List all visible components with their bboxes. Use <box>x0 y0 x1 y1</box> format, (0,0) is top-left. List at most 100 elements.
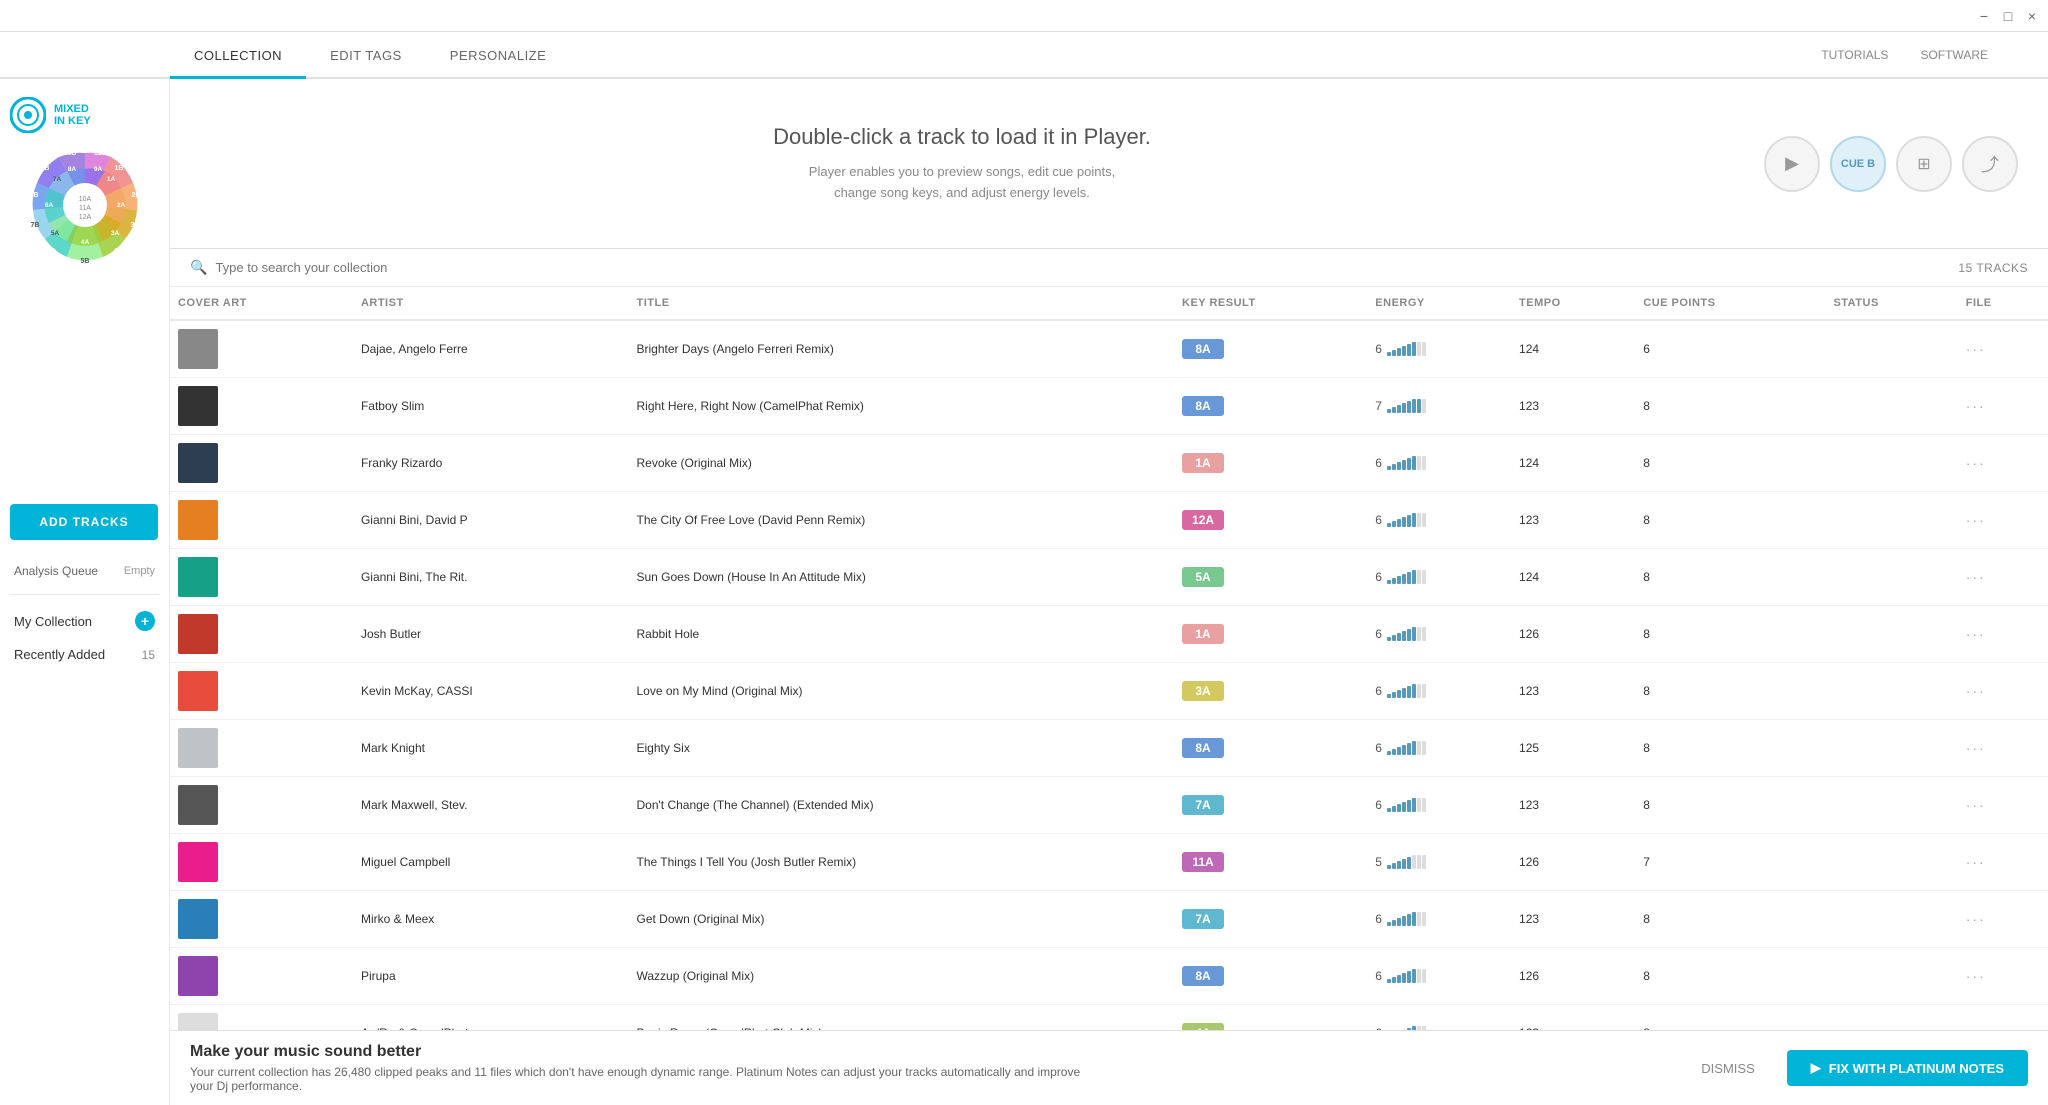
svg-text:12A: 12A <box>78 214 91 221</box>
table-row[interactable]: Josh Butler Rabbit Hole 1A 6 126 8 ··· <box>170 606 2048 663</box>
tutorials-link[interactable]: TUTORIALS <box>1821 48 1888 62</box>
content-area: MIXED IN KEY 1B 2B <box>0 79 2048 1105</box>
table-row[interactable]: Fatboy Slim Right Here, Right Now (Camel… <box>170 378 2048 435</box>
energy-cell: 6 <box>1367 777 1511 834</box>
status-cell <box>1825 720 1957 777</box>
table-row[interactable]: Mark Knight Eighty Six 8A 6 125 8 ··· <box>170 720 2048 777</box>
tempo-cell: 123 <box>1511 492 1635 549</box>
key-cell: 11A <box>1174 834 1367 891</box>
svg-text:9A: 9A <box>93 166 102 173</box>
close-button[interactable]: × <box>2024 8 2040 24</box>
tempo-cell: 123 <box>1511 663 1635 720</box>
status-cell <box>1825 834 1957 891</box>
player-title: Double-click a track to load it in Playe… <box>200 124 1724 150</box>
tab-personalize[interactable]: PERSONALIZE <box>426 34 571 79</box>
maximize-button[interactable]: □ <box>2000 8 2016 24</box>
file-cell: ··· <box>1958 492 2048 549</box>
cue-points-cell: 8 <box>1635 663 1825 720</box>
cue-points-cell: 8 <box>1635 549 1825 606</box>
artist-cell: Dajae, Angelo Ferre <box>353 320 629 378</box>
table-row[interactable]: Dajae, Angelo Ferre Brighter Days (Angel… <box>170 320 2048 378</box>
cover-art-cell <box>170 378 353 435</box>
file-cell: ··· <box>1958 777 2048 834</box>
artist-cell: Pirupa <box>353 948 629 1005</box>
title-cell: Wazzup (Original Mix) <box>628 948 1174 1005</box>
title-cell: Revoke (Original Mix) <box>628 435 1174 492</box>
svg-text:5A: 5A <box>50 230 59 237</box>
file-cell: ··· <box>1958 834 2048 891</box>
tempo-cell: 123 <box>1511 378 1635 435</box>
title-cell: Don't Change (The Channel) (Extended Mix… <box>628 777 1174 834</box>
title-cell: Panic Room (CamelPhat Club Mix) <box>628 1005 1174 1031</box>
table-row[interactable]: Au/Ra & CamelPhat Panic Room (CamelPhat … <box>170 1005 2048 1031</box>
col-file: FILE <box>1958 287 2048 320</box>
sidebar-bottom: ADD TRACKS Analysis Queue Empty My Colle… <box>0 504 169 1105</box>
logo-wheel-area: MIXED IN KEY 1B 2B <box>0 89 169 294</box>
svg-text:3A: 3A <box>110 230 119 237</box>
main-panel: Double-click a track to load it in Playe… <box>170 79 2048 1105</box>
tempo-cell: 124 <box>1511 549 1635 606</box>
table-row[interactable]: Pirupa Wazzup (Original Mix) 8A 6 126 8 … <box>170 948 2048 1005</box>
col-tempo: TEMPO <box>1511 287 1635 320</box>
cue-points-cell: 8 <box>1635 606 1825 663</box>
svg-text:6A: 6A <box>44 202 53 209</box>
energy-cell: 6 <box>1367 720 1511 777</box>
title-cell: Rabbit Hole <box>628 606 1174 663</box>
title-cell: Get Down (Original Mix) <box>628 891 1174 948</box>
title-cell: The City Of Free Love (David Penn Remix) <box>628 492 1174 549</box>
title-bar: − □ × <box>0 0 2048 32</box>
title-cell: The Things I Tell You (Josh Butler Remix… <box>628 834 1174 891</box>
fix-label: FIX WITH PLATINUM NOTES <box>1829 1061 2004 1076</box>
artist-cell: Fatboy Slim <box>353 378 629 435</box>
table-row[interactable]: Mirko & Meex Get Down (Original Mix) 7A … <box>170 891 2048 948</box>
file-cell: ··· <box>1958 606 2048 663</box>
export-button[interactable]: ⤴ <box>1962 136 2018 192</box>
cue-button[interactable]: CUE B <box>1830 136 1886 192</box>
fix-button[interactable]: ▶ FIX WITH PLATINUM NOTES <box>1787 1050 2028 1086</box>
cover-art-cell <box>170 834 353 891</box>
table-row[interactable]: Gianni Bini, David P The City Of Free Lo… <box>170 492 2048 549</box>
play-icon: ▶ <box>1785 153 1799 174</box>
artist-cell: Mark Maxwell, Stev. <box>353 777 629 834</box>
table-row[interactable]: Franky Rizardo Revoke (Original Mix) 1A … <box>170 435 2048 492</box>
cue-points-cell: 7 <box>1635 834 1825 891</box>
status-cell <box>1825 891 1957 948</box>
logo-text: MIXED IN KEY <box>54 103 91 127</box>
search-icon: 🔍 <box>190 259 207 276</box>
search-input[interactable] <box>215 260 1958 275</box>
col-title: TITLE <box>628 287 1174 320</box>
banner-description: Your current collection has 26,480 clipp… <box>190 1065 1090 1093</box>
tab-collection[interactable]: COLLECTION <box>170 34 306 79</box>
table-row[interactable]: Miguel Campbell The Things I Tell You (J… <box>170 834 2048 891</box>
table-row[interactable]: Kevin McKay, CASSI Love on My Mind (Orig… <box>170 663 2048 720</box>
status-cell <box>1825 777 1957 834</box>
tempo-cell: 123 <box>1511 777 1635 834</box>
player-controls: ▶ CUE B ⊞ ⤴ <box>1764 136 2018 192</box>
energy-cell: 6 <box>1367 948 1511 1005</box>
svg-text:7A: 7A <box>52 176 61 183</box>
table-container[interactable]: COVER ART ARTIST TITLE KEY RESULT ENERGY… <box>170 287 2048 1030</box>
nav-right: TUTORIALS SOFTWARE <box>1821 32 2048 77</box>
add-tracks-button[interactable]: ADD TRACKS <box>10 504 158 540</box>
software-link[interactable]: SOFTWARE <box>1920 48 1988 62</box>
sidebar-item-recently-added[interactable]: Recently Added 15 <box>10 639 159 670</box>
key-cell: 8A <box>1174 378 1367 435</box>
key-cell: 8A <box>1174 320 1367 378</box>
add-collection-button[interactable]: + <box>135 611 155 631</box>
file-cell: ··· <box>1958 1005 2048 1031</box>
tempo-cell: 125 <box>1511 720 1635 777</box>
tempo-cell: 126 <box>1511 606 1635 663</box>
status-cell <box>1825 948 1957 1005</box>
svg-text:2A: 2A <box>116 202 125 209</box>
export-icon: ⤴ <box>1981 151 1999 177</box>
minimize-button[interactable]: − <box>1976 8 1992 24</box>
table-row[interactable]: Mark Maxwell, Stev. Don't Change (The Ch… <box>170 777 2048 834</box>
sidebar-item-my-collection[interactable]: My Collection + <box>10 603 159 639</box>
table-row[interactable]: Gianni Bini, The Rit. Sun Goes Down (Hou… <box>170 549 2048 606</box>
tab-edit-tags[interactable]: EDIT TAGS <box>306 34 426 79</box>
play-button[interactable]: ▶ <box>1764 136 1820 192</box>
dismiss-button[interactable]: DISMISS <box>1681 1051 1774 1086</box>
tempo-cell: 124 <box>1511 435 1635 492</box>
col-cue-points: CUE POINTS <box>1635 287 1825 320</box>
grid-button[interactable]: ⊞ <box>1896 136 1952 192</box>
